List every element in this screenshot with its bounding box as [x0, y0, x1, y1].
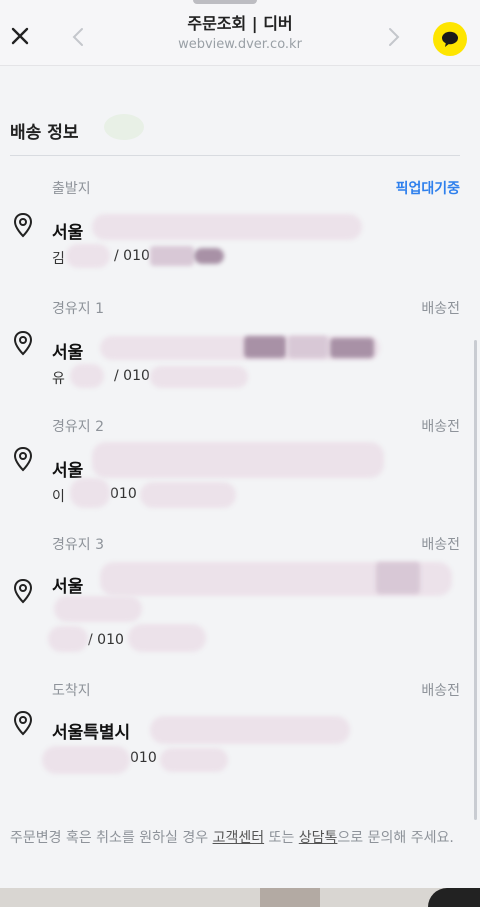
stop-contact-phone: 010 — [110, 486, 137, 502]
notice-text: 또는 — [264, 830, 299, 846]
stop-contact-phone: 010 — [130, 750, 157, 766]
chevron-right-icon[interactable] — [386, 27, 402, 47]
stop-status: 배송전 — [421, 537, 460, 553]
stop-contact-phone: / 010 — [114, 248, 150, 264]
stop-status: 배송전 — [421, 683, 460, 699]
redaction-blur — [66, 244, 110, 268]
stop-contact-name: 김 — [52, 251, 65, 267]
page-url: webview.dver.co.kr — [178, 37, 302, 52]
redaction-blur — [244, 336, 286, 358]
redaction-blur — [92, 214, 362, 240]
stop-address: 서울 — [52, 461, 84, 481]
browser-top-bar: 주문조회 | 디버 webview.dver.co.kr — [0, 0, 480, 66]
redaction-blur — [42, 746, 130, 774]
contact-notice: 주문변경 혹은 취소를 원하실 경우 고객센터 또는 상담톡으로 문의해 주세요… — [10, 826, 470, 850]
stop-contact-name: 유 — [52, 371, 65, 387]
section-title: 배송 정보 — [10, 123, 79, 143]
stop-status: 배송전 — [421, 301, 460, 317]
redaction-blur — [194, 248, 224, 264]
stop-label: 도착지 — [52, 683, 91, 699]
redaction-blur — [70, 478, 110, 508]
stop-address: 서울특별시 — [52, 723, 131, 743]
status-notch — [193, 0, 257, 4]
kakao-talk-button[interactable] — [433, 22, 467, 56]
stop-label: 출발지 — [52, 181, 91, 197]
page-title: 주문조회 | 디버 — [187, 14, 293, 33]
bottom-banner — [0, 888, 480, 907]
notice-text: 으로 문의해 주세요. — [337, 830, 454, 846]
redaction-blur — [150, 366, 248, 388]
scrollbar[interactable] — [474, 340, 477, 820]
location-pin-icon — [13, 710, 33, 736]
stop-item: 도착지 배송전 서울특별시 010 — [0, 680, 480, 780]
page-title-block: 주문조회 | 디버 webview.dver.co.kr — [120, 14, 360, 54]
location-pin-icon — [13, 330, 33, 356]
redaction-blur — [330, 338, 374, 358]
redaction-blur — [288, 336, 328, 358]
stop-item: 출발지 픽업대기중 서울 김 / 010 — [0, 178, 480, 278]
redaction-blur — [48, 626, 88, 652]
redaction-blur — [104, 114, 144, 140]
redaction-blur — [150, 716, 350, 744]
redaction-blur — [128, 624, 206, 652]
stop-label: 경유지 2 — [52, 419, 104, 435]
redaction-blur — [140, 482, 236, 508]
stop-address: 서울 — [52, 577, 84, 597]
redaction-blur — [160, 748, 228, 772]
stop-status: 픽업대기중 — [395, 181, 460, 197]
stop-address: 서울 — [52, 223, 84, 243]
section-divider — [10, 155, 460, 156]
banner-image — [260, 888, 320, 907]
stop-item: 경유지 1 배송전 서울 유 / 010 — [0, 298, 480, 398]
stop-contact-name: 이 — [52, 489, 65, 505]
kakao-talk-icon — [442, 31, 458, 47]
stop-label: 경유지 1 — [52, 301, 104, 317]
stop-item: 경유지 2 배송전 서울 이 010 — [0, 416, 480, 516]
stop-contact-phone: / 010 — [114, 368, 150, 384]
stop-contact-phone: / 010 — [88, 632, 124, 648]
stop-address: 서울 — [52, 343, 84, 363]
chevron-left-icon[interactable] — [70, 27, 86, 47]
redaction-blur — [150, 246, 194, 266]
location-pin-icon — [13, 578, 33, 604]
floating-button[interactable] — [428, 888, 480, 907]
customer-center-link[interactable]: 고객센터 — [213, 830, 265, 846]
location-pin-icon — [13, 212, 33, 238]
chat-consult-link[interactable]: 상담톡 — [299, 830, 338, 846]
notice-text: 주문변경 혹은 취소를 원하실 경우 — [10, 830, 213, 846]
stop-status: 배송전 — [421, 419, 460, 435]
stop-label: 경유지 3 — [52, 537, 104, 553]
redaction-blur — [92, 442, 384, 478]
redaction-blur — [376, 562, 420, 594]
location-pin-icon — [13, 446, 33, 472]
stop-item: 경유지 3 배송전 서울 / 010 — [0, 534, 480, 652]
close-icon[interactable] — [8, 24, 32, 48]
redaction-blur — [54, 596, 142, 622]
redaction-blur — [70, 364, 104, 388]
